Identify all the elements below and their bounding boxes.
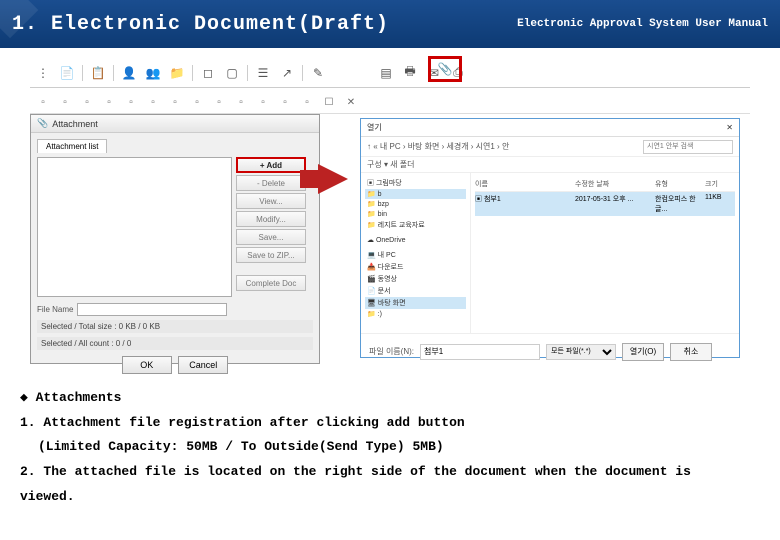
tree-item[interactable]: 📁 bin <box>365 209 466 219</box>
doc-new-icon[interactable]: 📄 <box>56 64 78 82</box>
file-list: 이름 수정한 날짜 유형 크기 ▣ 첨부1 2017-05-31 오후 ... … <box>471 173 739 333</box>
content-area: ⋮ 📄 📋 👤 👥 📁 ◻ ▢ ☰ ↗ ✎ 📎 ▤ 🖶 ✉ ⎙ ▫ ▫ ▫ ▫ … <box>0 48 780 378</box>
ok-button[interactable]: OK <box>122 356 172 374</box>
save-button[interactable]: Save... <box>236 229 306 245</box>
size-status: Selected / Total size : 0 KB / 0 KB <box>37 320 313 333</box>
tree-item[interactable]: 📁 bzp <box>365 199 466 209</box>
list-header: 이름 수정한 날짜 유형 크기 <box>475 177 735 192</box>
breadcrumb[interactable]: ↑ « 내 PC › 바탕 화면 › 세경개 › 시연1 › 안 <box>367 141 509 152</box>
attach-icon[interactable]: 📎 <box>434 60 456 78</box>
tree-item[interactable]: ☁ OneDrive <box>365 235 466 245</box>
sub-icon[interactable]: ▫ <box>78 95 96 111</box>
file-open-dialog: 열기 ✕ ↑ « 내 PC › 바탕 화면 › 세경개 › 시연1 › 안 구성… <box>360 118 740 358</box>
sub-icon[interactable]: ▫ <box>122 95 140 111</box>
page-title: 1. Electronic Document(Draft) <box>12 13 389 36</box>
count-status: Selected / All count : 0 / 0 <box>37 337 313 350</box>
add-button[interactable]: + Add <box>236 157 306 173</box>
sub-icon[interactable]: ▫ <box>254 95 272 111</box>
note-line: 2. The attached file is located on the r… <box>20 460 760 485</box>
attachment-dialog: 📎 Attachment Attachment list + Add - Del… <box>30 114 320 364</box>
main-toolbar: ⋮ 📄 📋 👤 👥 📁 ◻ ▢ ☰ ↗ ✎ 📎 ▤ 🖶 ✉ ⎙ <box>30 58 750 88</box>
sub-icon[interactable]: ▫ <box>34 95 52 111</box>
folder-tree[interactable]: ▣ 그림마당 📁 b 📁 bzp 📁 bin 📁 레지트 교육자료 ☁ OneD… <box>361 173 471 333</box>
sub-icon[interactable]: ▫ <box>210 95 228 111</box>
filename-input[interactable] <box>420 344 540 360</box>
filename-label: 파일 이름(N): <box>369 346 414 357</box>
complete-button[interactable]: Complete Doc <box>236 275 306 291</box>
note-line: 1. Attachment file registration after cl… <box>20 411 760 436</box>
folder-icon[interactable]: 📁 <box>166 64 188 82</box>
sub-icon[interactable]: ▫ <box>188 95 206 111</box>
sub-icon[interactable]: ▫ <box>298 95 316 111</box>
tree-item[interactable]: 🎬 동영상 <box>365 273 466 285</box>
tree-item[interactable]: 📥 다운로드 <box>365 261 466 273</box>
view-icon[interactable]: ▤ <box>375 64 397 82</box>
sub-icon[interactable]: ▫ <box>166 95 184 111</box>
export-icon[interactable]: ↗ <box>276 64 298 82</box>
file-name-input[interactable] <box>77 303 227 316</box>
tree-item[interactable]: 📁 레지트 교육자료 <box>365 219 466 231</box>
file-row[interactable]: ▣ 첨부1 2017-05-31 오후 ... 한컴오피스 한글... 11KB <box>475 192 735 216</box>
close-icon[interactable]: ✕ <box>726 123 733 132</box>
sub-icon[interactable]: ▫ <box>56 95 74 111</box>
print-icon[interactable]: 🖶 <box>399 64 421 82</box>
tree-item[interactable]: 🖥 바탕 화면 <box>365 297 466 309</box>
doc-icon[interactable]: 📋 <box>87 64 109 82</box>
attach-toolbar-highlight: 📎 <box>428 56 462 82</box>
sub-icon[interactable]: ▫ <box>100 95 118 111</box>
attachment-list-tab[interactable]: Attachment list <box>37 139 107 153</box>
tree-item[interactable]: ▣ 그림마당 <box>365 177 466 189</box>
attachment-list-box[interactable] <box>37 157 232 297</box>
tree-item[interactable]: 📁 :) <box>365 309 466 319</box>
tree-item[interactable]: 📄 문서 <box>365 285 466 297</box>
open-button[interactable]: 열기(O) <box>622 343 664 361</box>
page-icon[interactable]: ◻ <box>197 64 219 82</box>
notes-section: ◆ Attachments 1. Attachment file registr… <box>0 378 780 509</box>
zip-button[interactable]: Save to ZIP... <box>236 247 306 263</box>
tree-item[interactable]: 📁 b <box>365 189 466 199</box>
open-dialog-title: 열기 <box>367 122 382 133</box>
attachment-dialog-title: 📎 Attachment <box>31 115 319 133</box>
modify-button[interactable]: Modify... <box>236 211 306 227</box>
clip-icon: 📎 <box>37 118 48 129</box>
file-name-label: File Name <box>37 305 73 314</box>
sub-icon[interactable]: ▫ <box>232 95 250 111</box>
delete-button[interactable]: - Delete <box>236 175 306 191</box>
sub-close-icon[interactable]: ✕ <box>342 95 360 111</box>
sub-icon[interactable]: ▫ <box>276 95 294 111</box>
users-icon[interactable]: 👥 <box>142 64 164 82</box>
note-line: (Limited Capacity: 50MB / To Outside(Sen… <box>20 435 760 460</box>
user-icon[interactable]: 👤 <box>118 64 140 82</box>
filter-select[interactable]: 모든 파일(*.*) <box>546 344 616 360</box>
sub-icon[interactable]: ☐ <box>320 95 338 111</box>
view-button[interactable]: View... <box>236 193 306 209</box>
manual-title: Electronic Approval System User Manual <box>517 18 768 30</box>
list-icon[interactable]: ☰ <box>252 64 274 82</box>
search-input[interactable] <box>643 140 733 154</box>
page-header: 1. Electronic Document(Draft) Electronic… <box>0 0 780 48</box>
cancel-button[interactable]: Cancel <box>178 356 228 374</box>
note-line: viewed. <box>20 485 760 510</box>
tool-icon[interactable]: ⋮ <box>32 64 54 82</box>
notes-heading: ◆ Attachments <box>20 386 760 411</box>
tree-item[interactable]: 💻 내 PC <box>365 249 466 261</box>
organize-label[interactable]: 구성 ▾ 새 폴더 <box>367 159 414 170</box>
sub-toolbar: ▫ ▫ ▫ ▫ ▫ ▫ ▫ ▫ ▫ ▫ ▫ ▫ ▫ ☐ ✕ <box>30 92 750 114</box>
sub-icon[interactable]: ▫ <box>144 95 162 111</box>
cancel-open-button[interactable]: 취소 <box>670 343 712 361</box>
flag-icon[interactable]: ▢ <box>221 64 243 82</box>
note-icon[interactable]: ✎ <box>307 64 329 82</box>
